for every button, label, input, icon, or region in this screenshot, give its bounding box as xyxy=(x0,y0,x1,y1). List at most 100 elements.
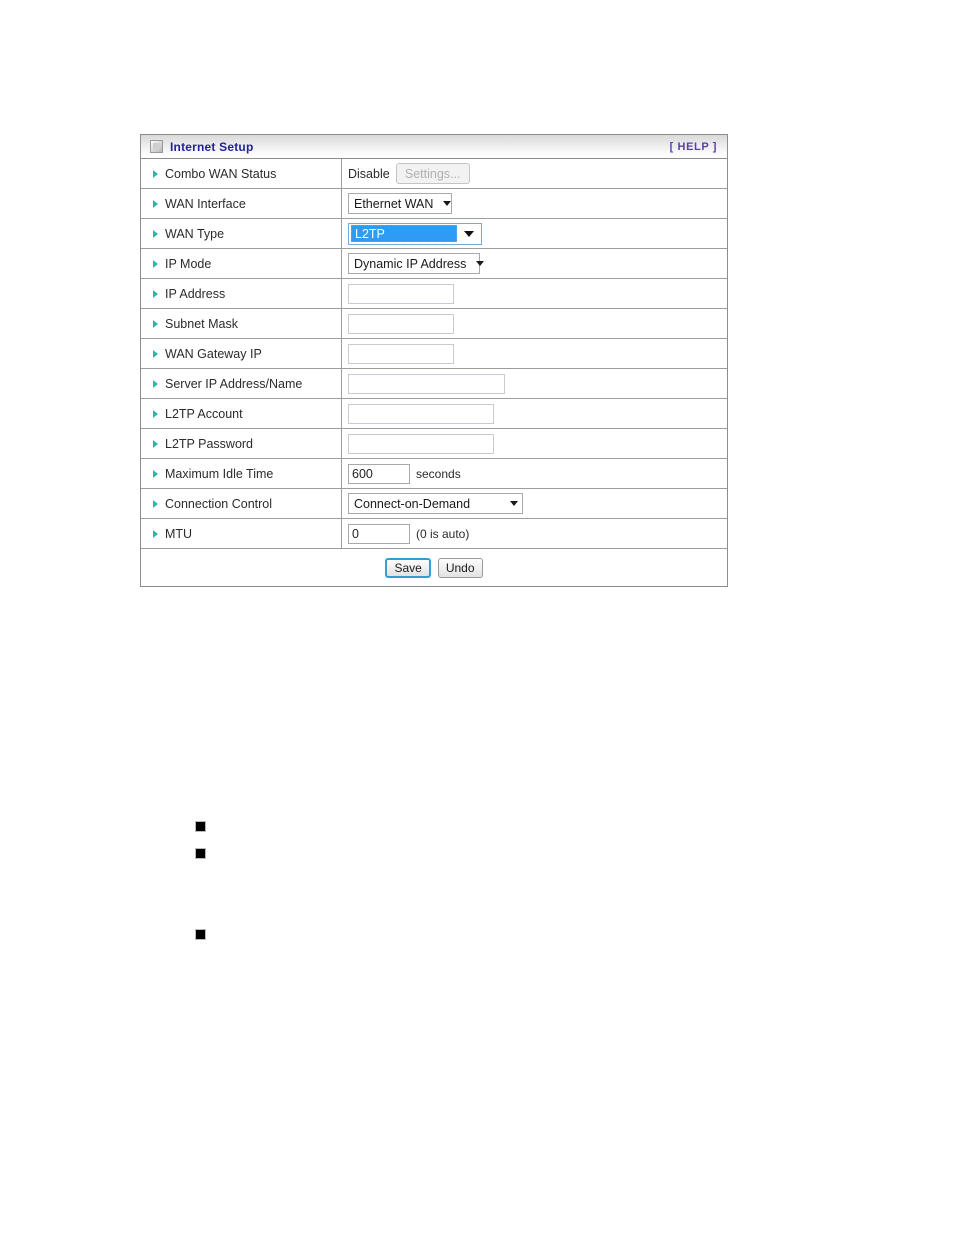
triangle-bullet-icon xyxy=(153,289,158,298)
row-field-l2tp-account xyxy=(342,399,727,428)
panel-footer: Save Undo xyxy=(141,549,727,586)
row-label-wan-gateway-ip: WAN Gateway IP xyxy=(141,339,342,368)
row-label-ip-mode: IP Mode xyxy=(141,249,342,278)
save-button[interactable]: Save xyxy=(385,557,431,578)
table-row: WAN Type L2TP xyxy=(141,219,727,249)
ip-address-input[interactable] xyxy=(348,283,454,304)
subnet-mask-input[interactable] xyxy=(348,313,454,334)
mtu-input[interactable] xyxy=(348,523,410,544)
row-field-wan-type: L2TP xyxy=(342,219,727,248)
label-text: Maximum Idle Time xyxy=(165,466,274,481)
label-text: WAN Gateway IP xyxy=(165,346,262,361)
internet-setup-panel: Internet Setup [ HELP ] Combo WAN Status… xyxy=(140,134,728,587)
list-item-bullet xyxy=(196,822,205,831)
list-item-bullet xyxy=(196,849,205,858)
row-label-wan-type: WAN Type xyxy=(141,219,342,248)
row-label-server-ip-address-name: Server IP Address/Name xyxy=(141,369,342,398)
chevron-down-icon xyxy=(510,501,518,506)
triangle-bullet-icon xyxy=(153,319,158,328)
server-ip-address-name-input[interactable] xyxy=(348,373,505,394)
row-label-maximum-idle-time: Maximum Idle Time xyxy=(141,459,342,488)
row-label-subnet-mask: Subnet Mask xyxy=(141,309,342,338)
row-field-connection-control: Connect-on-Demand xyxy=(342,489,727,518)
row-label-ip-address: IP Address xyxy=(141,279,342,308)
row-field-ip-address xyxy=(342,279,727,308)
table-row: IP Address xyxy=(141,279,727,309)
l2tp-account-input[interactable] xyxy=(348,403,494,424)
label-text: IP Mode xyxy=(165,256,212,271)
table-row: L2TP Password xyxy=(141,429,727,459)
label-text: Combo WAN Status xyxy=(165,166,277,181)
connection-control-select[interactable]: Connect-on-Demand xyxy=(348,493,523,514)
label-text: Server IP Address/Name xyxy=(165,376,303,391)
triangle-bullet-icon xyxy=(153,529,158,538)
row-field-mtu: (0 is auto) xyxy=(342,519,727,548)
chevron-down-icon xyxy=(464,230,474,237)
row-label-mtu: MTU xyxy=(141,519,342,548)
connection-control-selected-value: Connect-on-Demand xyxy=(354,496,471,511)
triangle-bullet-icon xyxy=(153,409,158,418)
wan-gateway-ip-input[interactable] xyxy=(348,343,454,364)
row-field-combo-wan-status: Disable Settings... xyxy=(342,159,727,188)
combo-wan-settings-button: Settings... xyxy=(395,163,470,184)
l2tp-password-input[interactable] xyxy=(348,433,494,454)
table-row: MTU (0 is auto) xyxy=(141,519,727,549)
table-row: Maximum Idle Time seconds xyxy=(141,459,727,489)
label-text: MTU xyxy=(165,526,193,541)
panel-header: Internet Setup [ HELP ] xyxy=(141,135,727,159)
triangle-bullet-icon xyxy=(153,379,158,388)
triangle-bullet-icon xyxy=(153,349,158,358)
label-text: L2TP Password xyxy=(165,436,254,451)
triangle-bullet-icon xyxy=(153,169,158,178)
undo-button[interactable]: Undo xyxy=(437,558,483,578)
row-field-ip-mode: Dynamic IP Address xyxy=(342,249,727,278)
chevron-down-icon xyxy=(476,261,485,266)
row-label-l2tp-password: L2TP Password xyxy=(141,429,342,458)
row-field-wan-interface: Ethernet WAN xyxy=(342,189,727,218)
page-title: Internet Setup xyxy=(170,139,254,154)
help-link[interactable]: [ HELP ] xyxy=(670,141,717,153)
table-row: WAN Gateway IP xyxy=(141,339,727,369)
row-field-subnet-mask xyxy=(342,309,727,338)
triangle-bullet-icon xyxy=(153,499,158,508)
combo-wan-status-value: Disable xyxy=(348,166,390,181)
triangle-bullet-icon xyxy=(153,229,158,238)
row-label-combo-wan-status: Combo WAN Status xyxy=(141,159,342,188)
wan-interface-select[interactable]: Ethernet WAN xyxy=(348,193,452,214)
table-row: Connection Control Connect-on-Demand xyxy=(141,489,727,519)
ip-mode-selected-value: Dynamic IP Address xyxy=(354,256,467,271)
label-text: Subnet Mask xyxy=(165,316,238,331)
label-text: WAN Interface xyxy=(165,196,246,211)
maximum-idle-time-unit: seconds xyxy=(416,466,461,481)
maximum-idle-time-input[interactable] xyxy=(348,463,410,484)
row-field-wan-gateway-ip xyxy=(342,339,727,368)
table-row: Server IP Address/Name xyxy=(141,369,727,399)
label-text: IP Address xyxy=(165,286,226,301)
table-row: Subnet Mask xyxy=(141,309,727,339)
row-field-server-ip-address-name xyxy=(342,369,727,398)
label-text: L2TP Account xyxy=(165,406,243,421)
table-row: IP Mode Dynamic IP Address xyxy=(141,249,727,279)
triangle-bullet-icon xyxy=(153,469,158,478)
table-row: L2TP Account xyxy=(141,399,727,429)
window-icon xyxy=(150,140,163,153)
wan-type-select[interactable]: L2TP xyxy=(348,222,482,245)
label-text: Connection Control xyxy=(165,496,273,511)
table-row: WAN Interface Ethernet WAN xyxy=(141,189,727,219)
chevron-down-icon xyxy=(443,201,452,206)
triangle-bullet-icon xyxy=(153,199,158,208)
row-label-connection-control: Connection Control xyxy=(141,489,342,518)
row-field-maximum-idle-time: seconds xyxy=(342,459,727,488)
triangle-bullet-icon xyxy=(153,259,158,268)
row-label-l2tp-account: L2TP Account xyxy=(141,399,342,428)
wan-interface-selected-value: Ethernet WAN xyxy=(354,196,434,211)
table-row: Combo WAN Status Disable Settings... xyxy=(141,159,727,189)
list-item-bullet xyxy=(196,930,205,939)
row-label-wan-interface: WAN Interface xyxy=(141,189,342,218)
triangle-bullet-icon xyxy=(153,439,158,448)
wan-type-selected-value: L2TP xyxy=(351,225,457,242)
mtu-hint: (0 is auto) xyxy=(416,526,470,541)
ip-mode-select[interactable]: Dynamic IP Address xyxy=(348,253,485,274)
row-field-l2tp-password xyxy=(342,429,727,458)
label-text: WAN Type xyxy=(165,226,225,241)
